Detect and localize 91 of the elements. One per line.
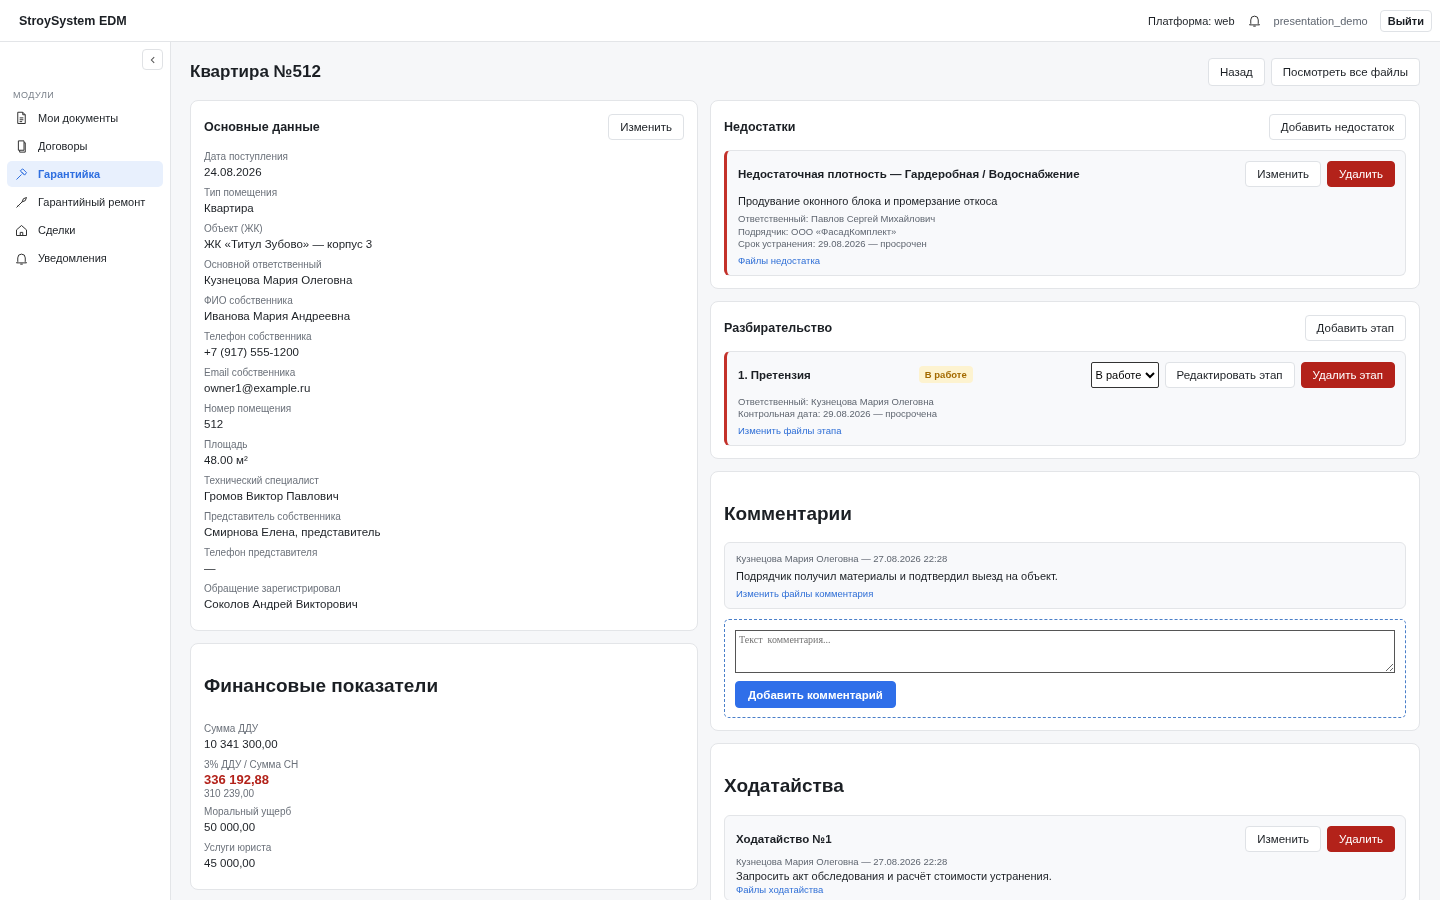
- field-value: Смирнова Елена, представитель: [204, 525, 382, 540]
- home-icon: [14, 222, 29, 238]
- files-link[interactable]: Изменить файлы этапа: [738, 424, 842, 436]
- field-value: 45 000,00: [204, 855, 257, 871]
- sidebar-item[interactable]: Договоры: [7, 133, 163, 159]
- field-label: ФИО собственника: [204, 294, 294, 308]
- field-value: Громов Виктор Павлович: [204, 489, 340, 504]
- files-link[interactable]: Изменить файлы комментария: [736, 588, 874, 600]
- sidebar-item[interactable]: Уведомления: [7, 245, 163, 271]
- field-value: 10 341 300,00: [204, 736, 279, 752]
- document-icon: [14, 110, 29, 126]
- add-defect-button[interactable]: Добавить недостаток: [1268, 114, 1406, 140]
- detail-text: Ответственный: Павлов Сергей Михайлович: [738, 213, 937, 226]
- edit-button[interactable]: Изменить: [608, 114, 684, 140]
- detail-text: Срок устранения: 29.08.2026 — просрочен: [738, 238, 928, 251]
- field-label: 3% ДДУ / Сумма СН: [204, 757, 300, 772]
- field-label: Дата поступления: [204, 150, 289, 164]
- sidebar-item[interactable]: Мои документы: [7, 105, 163, 131]
- field-value: 48.00 м²: [204, 453, 249, 468]
- comment-text: Подрядчик получил материалы и подтвердил выезд на объект.: [736, 570, 1059, 583]
- field-value: 512: [204, 417, 225, 432]
- platform-label: Платформа: web: [1148, 14, 1235, 27]
- field-value: Квартира: [204, 201, 255, 216]
- add-stage-button[interactable]: Добавить этап: [1304, 314, 1406, 341]
- sidebar-section-title: МОДУЛИ: [13, 90, 56, 100]
- field-label: Основной ответственный: [204, 258, 323, 272]
- field-value: Кузнецова Мария Олеговна: [204, 273, 354, 288]
- field-value: 24.08.2026: [204, 165, 263, 180]
- field-label: Обращение зарегистрировал: [204, 582, 342, 596]
- sidebar-item[interactable]: Гарантийный ремонт: [7, 189, 163, 215]
- edit-button[interactable]: Изменить: [1245, 161, 1322, 187]
- header-button[interactable]: Посмотреть все файлы: [1270, 58, 1420, 86]
- field-label: Тип помещения: [204, 186, 279, 200]
- delete-button[interactable]: Удалить: [1327, 826, 1395, 853]
- card-title: Ходатайства: [724, 775, 845, 799]
- field-label: Телефон собственника: [204, 330, 313, 344]
- user-name: presentation_demo: [1273, 14, 1368, 27]
- secondary-value: 310 239,00: [204, 787, 256, 799]
- card-title: Комментарии: [724, 502, 853, 526]
- defect-description: Продувание оконного блока и промерзание откоса: [738, 195, 999, 207]
- files-link[interactable]: Файлы недостатка: [738, 254, 821, 266]
- bell-icon: [14, 250, 29, 266]
- defect-title: Недостаточная плотность — Гардеробная / Водоснабжение: [738, 168, 1080, 180]
- field-label: Технический специалист: [204, 474, 320, 488]
- files-link[interactable]: Файлы ходатайства: [736, 884, 824, 896]
- card-title: Финансовые показатели: [204, 675, 440, 698]
- logout-button[interactable]: Выйти: [1379, 9, 1432, 32]
- delete-stage-button[interactable]: Удалить этап: [1300, 361, 1395, 388]
- edit-stage-button[interactable]: Редактировать этап: [1164, 361, 1295, 388]
- app-brand: StroySystem EDM: [19, 13, 127, 28]
- page-title: Квартира №512: [190, 62, 321, 82]
- field-label: Представитель собственника: [204, 510, 342, 524]
- hammer-icon: [14, 166, 29, 182]
- add-comment-button[interactable]: Добавить комментарий: [735, 681, 896, 709]
- field-value: 336 192,88: [204, 771, 271, 788]
- field-label: Услуги юриста: [204, 840, 273, 855]
- header-button[interactable]: Назад: [1207, 58, 1265, 86]
- sidebar-item[interactable]: Гарантийка: [7, 161, 163, 187]
- field-value: ЖК «Титул Зубово» — корпус 3: [204, 237, 374, 252]
- field-value: —: [204, 561, 217, 576]
- field-value: 50 000,00: [204, 819, 257, 835]
- comment-input[interactable]: Текст комментария...: [735, 630, 1395, 674]
- field-label: Объект (ЖК): [204, 222, 264, 236]
- card-title: Разбирательство: [724, 320, 833, 335]
- field-value: owner1@example.ru: [204, 381, 312, 396]
- field-value: +7 (917) 555-1200: [204, 345, 300, 360]
- field-label: Email собственника: [204, 366, 297, 380]
- detail-text: Подрядчик: ООО «ФасадКомплект»: [738, 225, 898, 238]
- petition-title: Ходатайство №1: [736, 833, 832, 846]
- petition-text: Запросить акт обследования и расчёт стоимости устранения.: [736, 870, 1053, 883]
- comment-meta: Кузнецова Мария Олеговна — 27.08.2026 22:28: [736, 553, 949, 565]
- field-label: Номер помещения: [204, 402, 293, 416]
- field-value: Соколов Андрей Викторович: [204, 597, 359, 612]
- status-select[interactable]: В работе: [1090, 361, 1159, 388]
- card-title: Недостатки: [724, 120, 796, 134]
- edit-button[interactable]: Изменить: [1245, 826, 1322, 853]
- field-label: Телефон представителя: [204, 546, 319, 560]
- detail-text: Ответственный: Кузнецова Мария Олеговна: [738, 395, 935, 408]
- delete-button[interactable]: Удалить: [1327, 161, 1395, 187]
- field-label: Сумма ДДУ: [204, 721, 260, 736]
- sidebar-item[interactable]: Сделки: [7, 217, 163, 243]
- detail-text: Контрольная дата: 29.08.2026 — просрочена: [738, 408, 938, 421]
- stage-title: 1. Претензия: [738, 368, 811, 381]
- field-value: Иванова Мария Андреевна: [204, 309, 352, 324]
- field-label: Моральный ущерб: [204, 804, 293, 819]
- card-title: Основные данные: [204, 120, 320, 134]
- status-badge: В работе: [918, 366, 973, 383]
- field-label: Площадь: [204, 438, 249, 452]
- notifications-icon[interactable]: [1246, 13, 1262, 28]
- petition-meta: Кузнецова Мария Олеговна — 27.08.2026 22:28: [736, 856, 949, 868]
- chevron-left-icon: [148, 55, 157, 64]
